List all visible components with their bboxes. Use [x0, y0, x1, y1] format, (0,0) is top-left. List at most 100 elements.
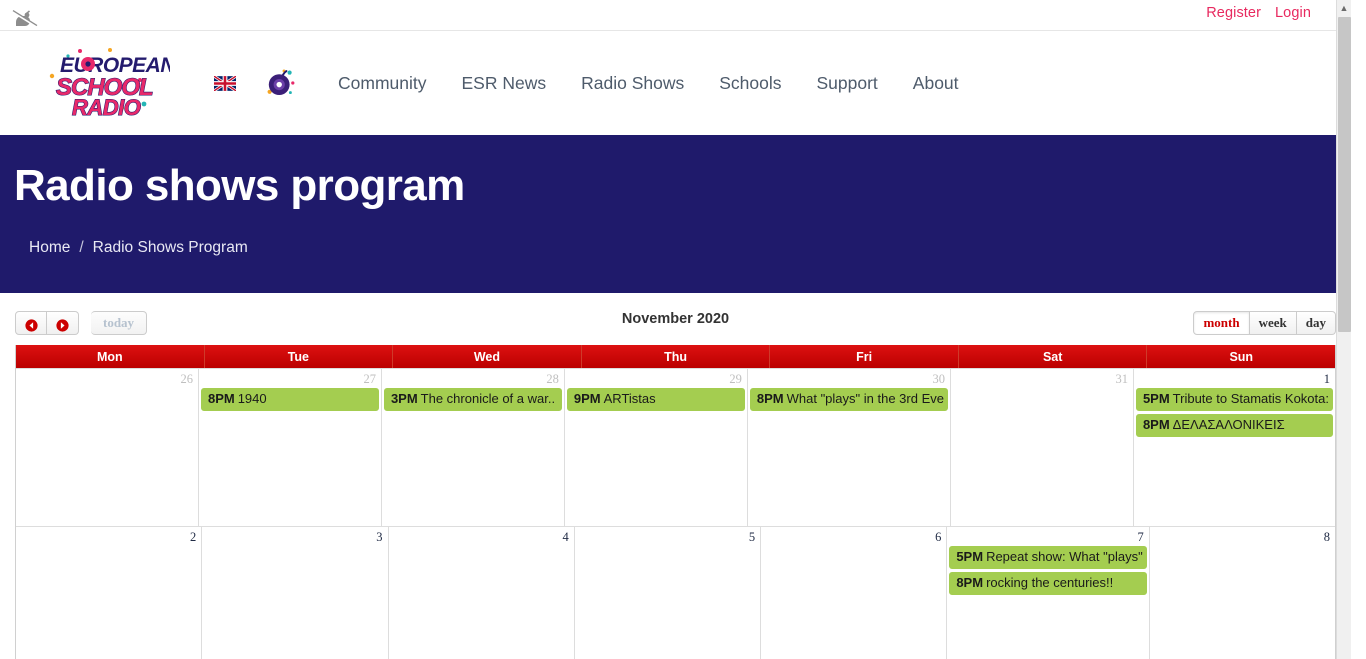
- scrollbar-thumb[interactable]: [1338, 17, 1351, 332]
- day-events: 5PM Tribute to Stamatis Kokota: 8PM ΔΕΛΑΣΑΛ…: [1134, 388, 1335, 437]
- event-title: The chronicle of a war..: [420, 391, 556, 406]
- day-number: 6: [935, 530, 942, 544]
- breadcrumb-current: Radio Shows Program: [92, 239, 248, 256]
- calendar-day-cell[interactable]: 30 8PM What "plays" in the 3rd Eve: [746, 369, 950, 526]
- calendar-day-cell[interactable]: 31: [949, 369, 1133, 526]
- calendar-view-group: month week day: [1193, 311, 1336, 335]
- event-title: Repeat show: What "plays": [986, 549, 1143, 564]
- event-time: 8PM: [207, 391, 235, 406]
- day-events: 3PM The chronicle of a war..: [382, 388, 564, 411]
- calendar-day-cell[interactable]: 29 9PM ARTistas: [563, 369, 747, 526]
- day-header-wed: Wed: [392, 345, 581, 368]
- day-number: 8: [1323, 530, 1330, 544]
- nav-item-esr-news[interactable]: ESR News: [462, 73, 547, 94]
- day-header-sun: Sun: [1146, 345, 1335, 368]
- day-events: 9PM ARTistas: [565, 388, 747, 411]
- day-number: 7: [1137, 530, 1144, 544]
- day-events: 8PM What "plays" in the 3rd Eve: [748, 388, 950, 411]
- radio-player-icon[interactable]: [264, 67, 296, 99]
- event-time: 8PM: [756, 391, 784, 406]
- event-title: Tribute to Stamatis Kokota:: [1172, 391, 1329, 406]
- calendar-day-cell[interactable]: 3: [201, 527, 387, 659]
- account-links: Register Login: [1206, 5, 1311, 21]
- calendar-day-cell[interactable]: 8: [1148, 527, 1335, 659]
- day-number: 28: [546, 372, 559, 386]
- calendar-day-cell[interactable]: 4: [387, 527, 574, 659]
- nav-item-support[interactable]: Support: [817, 73, 878, 94]
- calendar-day-cell[interactable]: 1 5PM Tribute to Stamatis Kokota: 8PM ΔΕΛΑΣΑ…: [1132, 369, 1335, 526]
- calendar-weeks: 26 27 8PM 1940 28 3PM The chronicle of a war..…: [16, 368, 1335, 659]
- day-number: 26: [180, 372, 193, 386]
- nav-item-radio-shows[interactable]: Radio Shows: [581, 73, 684, 94]
- browser-viewport: Register Login EUROPEAN SCHOOL RADIO Com…: [0, 0, 1366, 659]
- calendar-day-cell[interactable]: 2: [16, 527, 201, 659]
- nav-item-community[interactable]: Community: [338, 73, 427, 94]
- calendar-title: November 2020: [621, 311, 730, 327]
- day-header-fri: Fri: [769, 345, 958, 368]
- day-number: 2: [190, 530, 197, 544]
- day-events: 5PM Repeat show: What "plays" 8PM rocking t…: [947, 546, 1148, 595]
- event-time: 5PM: [1142, 391, 1170, 406]
- view-day-button[interactable]: day: [1296, 311, 1336, 335]
- day-number: 27: [363, 372, 376, 386]
- event-time: 3PM: [390, 391, 418, 406]
- calendar-toolbar: today November 2020 month week day: [15, 293, 1336, 345]
- calendar-day-cell[interactable]: 5: [573, 527, 760, 659]
- calendar-day-cell[interactable]: 28 3PM The chronicle of a war..: [380, 369, 564, 526]
- site-logo[interactable]: EUROPEAN SCHOOL RADIO: [44, 46, 170, 120]
- event-time: 5PM: [956, 549, 984, 564]
- event-time: 8PM: [956, 575, 984, 590]
- page-root: Register Login EUROPEAN SCHOOL RADIO Com…: [0, 0, 1351, 659]
- day-header-tue: Tue: [203, 345, 393, 368]
- event-time: 8PM: [1142, 417, 1170, 432]
- login-link[interactable]: Login: [1275, 5, 1311, 21]
- calendar-week-row: 2 3 4 5 6 7 5PM Repeat show: What "plays" 8PM roc…: [16, 526, 1335, 659]
- page-scrollbar[interactable]: ▲: [1336, 0, 1351, 659]
- calendar-day-cell[interactable]: 27 8PM 1940: [197, 369, 381, 526]
- nav-item-schools[interactable]: Schools: [719, 73, 781, 94]
- event-title: 1940: [237, 391, 267, 406]
- esr-mark-icon: [12, 9, 38, 29]
- event-title: ΔΕΛΑΣΑΛΟΝΙΚΕΙΣ: [1172, 417, 1285, 432]
- view-week-button[interactable]: week: [1249, 311, 1297, 335]
- calendar-week-row: 26 27 8PM 1940 28 3PM The chronicle of a war..…: [16, 368, 1335, 526]
- day-number: 4: [562, 530, 569, 544]
- breadcrumb-home[interactable]: Home: [29, 239, 70, 257]
- calendar-day-cell[interactable]: 7 5PM Repeat show: What "plays" 8PM rocking …: [946, 527, 1148, 659]
- page-title: Radio shows program: [14, 161, 465, 210]
- calendar-day-cell[interactable]: 26: [16, 369, 198, 526]
- breadcrumb: Home / Radio Shows Program: [29, 239, 248, 257]
- calendar-event[interactable]: 9PM ARTistas: [566, 388, 745, 411]
- day-number: 31: [1115, 372, 1128, 386]
- calendar-section: today November 2020 month week day Mon T…: [0, 293, 1351, 659]
- svg-text:RADIO: RADIO: [72, 95, 141, 120]
- breadcrumb-separator: /: [79, 239, 84, 256]
- day-number: 5: [748, 530, 756, 544]
- event-title: rocking the centuries!!: [986, 575, 1114, 590]
- register-link[interactable]: Register: [1206, 5, 1261, 21]
- day-header-thu: Thu: [580, 345, 770, 368]
- month-calendar: Mon Tue Wed Thu Fri Sat Sun 26 27 8PM 1940 2…: [15, 345, 1336, 659]
- nav-item-about[interactable]: About: [913, 73, 959, 94]
- calendar-event[interactable]: 8PM What "plays" in the 3rd Eve: [749, 388, 948, 411]
- calendar-event[interactable]: 3PM The chronicle of a war..: [383, 388, 562, 411]
- calendar-event[interactable]: 8PM 1940: [200, 388, 379, 411]
- primary-nav: Community ESR News Radio Shows Schools S…: [338, 73, 959, 94]
- view-month-button[interactable]: month: [1193, 311, 1250, 335]
- page-hero: Radio shows program Home / Radio Shows P…: [0, 135, 1351, 293]
- calendar-event[interactable]: 8PM rocking the centuries!!: [949, 572, 1147, 595]
- event-title: ARTistas: [603, 391, 656, 406]
- calendar-event[interactable]: 5PM Repeat show: What "plays": [949, 546, 1147, 569]
- chevron-up-icon[interactable]: ▲: [1337, 0, 1351, 16]
- calendar-day-cell[interactable]: 6: [760, 527, 946, 659]
- event-title: What "plays" in the 3rd Eve: [786, 391, 944, 406]
- day-events: 8PM 1940: [199, 388, 381, 411]
- day-header-mon: Mon: [96, 350, 123, 364]
- calendar-event[interactable]: 8PM ΔΕΛΑΣΑΛΟΝΙΚΕΙΣ: [1135, 414, 1333, 437]
- navbar-icon-group: [214, 67, 296, 99]
- calendar-event[interactable]: 5PM Tribute to Stamatis Kokota:: [1135, 388, 1333, 411]
- utility-bar: Register Login: [0, 0, 1351, 31]
- calendar-day-headers: Mon Tue Wed Thu Fri Sat Sun: [16, 345, 1335, 368]
- day-header-sat: Sat: [957, 345, 1147, 368]
- uk-flag-icon[interactable]: [214, 75, 236, 91]
